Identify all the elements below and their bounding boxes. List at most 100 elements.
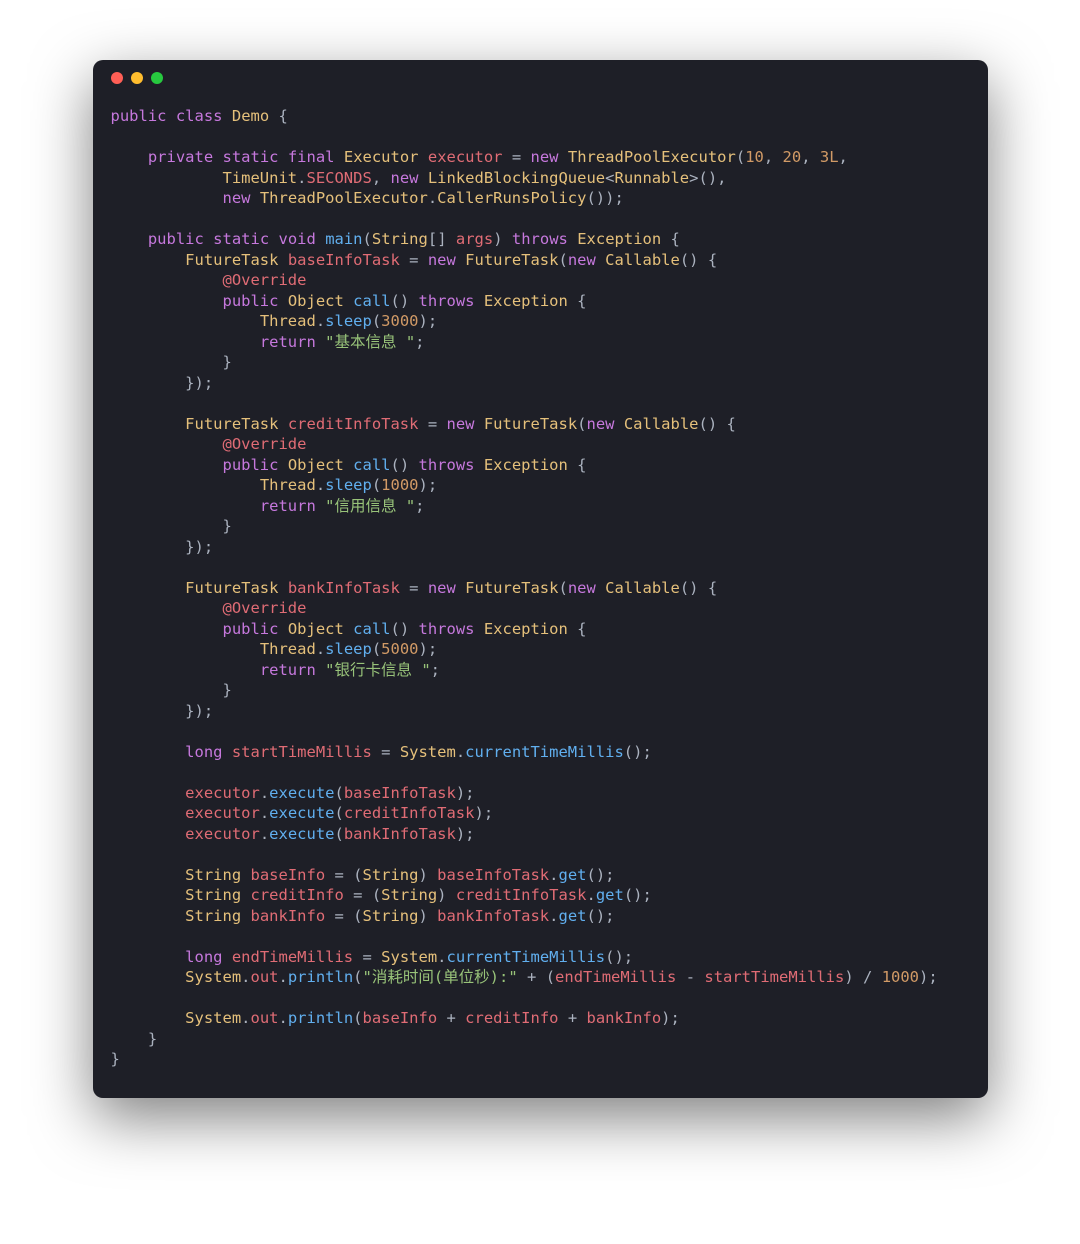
rpcl: ); — [419, 640, 438, 658]
type-string: String — [381, 886, 437, 904]
type-thread: Thread — [260, 640, 316, 658]
cast-open: = ( — [325, 907, 362, 925]
id-out: out — [251, 968, 279, 986]
dot: . — [279, 968, 288, 986]
fn-execute: execute — [269, 784, 334, 802]
fn-ctm: currentTimeMillis — [465, 743, 624, 761]
dot: . — [241, 1009, 250, 1027]
dot: . — [260, 825, 269, 843]
dot: . — [316, 640, 325, 658]
kw-public: public — [148, 230, 204, 248]
kw-private: private — [148, 148, 213, 166]
kw-new: new — [568, 251, 596, 269]
id-bankinfotask: bankInfoTask — [437, 907, 549, 925]
cast-close: ) — [418, 907, 437, 925]
kw-throws: throws — [419, 292, 475, 310]
lit-10: 10 — [745, 148, 764, 166]
lit-1000: 1000 — [381, 476, 418, 494]
id-baseinfotask: baseInfoTask — [437, 866, 549, 884]
type-ft: FutureTask — [185, 579, 278, 597]
p: () — [391, 292, 419, 310]
div: / — [854, 968, 882, 986]
p: () — [391, 620, 419, 638]
zoom-icon[interactable] — [151, 72, 163, 84]
dot: . — [279, 1009, 288, 1027]
id-out: out — [251, 1009, 279, 1027]
code-block: public class Demo { private static final… — [93, 96, 988, 1098]
type-string: String — [372, 230, 428, 248]
type-system: System — [400, 743, 456, 761]
str-base: "基本信息 " — [325, 333, 415, 351]
id-seconds: SECONDS — [306, 169, 371, 187]
brace: { — [568, 620, 587, 638]
kw-return: return — [260, 497, 316, 515]
type-object: Object — [288, 620, 344, 638]
kw-new: new — [222, 189, 250, 207]
fn-get: get — [596, 886, 624, 904]
rpcl: ); — [456, 784, 475, 802]
dot: . — [586, 886, 595, 904]
kw-new: new — [568, 579, 596, 597]
type-tpe2: ThreadPoolExecutor — [260, 189, 428, 207]
id-baseinfo: baseInfo — [251, 866, 326, 884]
unit-new: () { — [699, 415, 736, 433]
close-icon[interactable] — [111, 72, 123, 84]
kw-long: long — [185, 948, 222, 966]
minimize-icon[interactable] — [131, 72, 143, 84]
close-inner: } — [111, 517, 232, 535]
id-creditinfo: creditInfo — [251, 886, 344, 904]
lp: ( — [353, 968, 362, 986]
kw-new: new — [428, 579, 456, 597]
id-bankinfotask: bankInfoTask — [344, 825, 456, 843]
rpcl: ); — [474, 804, 493, 822]
dot: . — [260, 804, 269, 822]
dot: . — [260, 784, 269, 802]
kw-return: return — [260, 333, 316, 351]
rpcl: ); — [661, 1009, 680, 1027]
call-end: (); — [586, 907, 614, 925]
type-exception: Exception — [484, 292, 568, 310]
id-bankinfotask: bankInfoTask — [288, 579, 400, 597]
type-string: String — [362, 866, 418, 884]
kw-new: new — [428, 251, 456, 269]
call-end: (); — [624, 886, 652, 904]
type-system: System — [185, 968, 241, 986]
kw-throws: throws — [512, 230, 568, 248]
type-object: Object — [288, 292, 344, 310]
type-tpe: ThreadPoolExecutor — [568, 148, 736, 166]
eq: = — [353, 948, 381, 966]
type-thread: Thread — [260, 312, 316, 330]
id-creditinfotask: creditInfoTask — [456, 886, 587, 904]
type-ft: FutureTask — [484, 415, 577, 433]
fn-call: call — [353, 292, 390, 310]
str-bank: "银行卡信息 " — [325, 661, 431, 679]
code-window: public class Demo { private static final… — [93, 60, 988, 1098]
kw-new: new — [446, 415, 474, 433]
lp: ( — [558, 579, 567, 597]
close-anon: }); — [111, 538, 214, 556]
c: , — [801, 148, 820, 166]
cast-close: ) — [437, 886, 456, 904]
lp: ( — [372, 312, 381, 330]
cast-open: = ( — [344, 886, 381, 904]
dot: . — [241, 968, 250, 986]
lp: ( — [334, 784, 343, 802]
type-exception: Exception — [577, 230, 661, 248]
lit-3000: 3000 — [381, 312, 418, 330]
eq: = — [503, 148, 531, 166]
id-bankinfo: bankInfo — [251, 907, 326, 925]
type-system: System — [381, 948, 437, 966]
type-runnable: Runnable — [614, 169, 689, 187]
str-elapsed: "消耗时间(单位秒):" — [363, 968, 518, 986]
lp: ( — [334, 825, 343, 843]
fn-get: get — [558, 907, 586, 925]
kw-static: static — [213, 230, 269, 248]
lp: ( — [372, 640, 381, 658]
brace: { — [661, 230, 680, 248]
c: , — [372, 169, 391, 187]
lit-d1000: 1000 — [882, 968, 919, 986]
kw-throws: throws — [419, 456, 475, 474]
fn-execute: execute — [269, 825, 334, 843]
dot: . — [316, 476, 325, 494]
close-class: } — [111, 1050, 120, 1068]
